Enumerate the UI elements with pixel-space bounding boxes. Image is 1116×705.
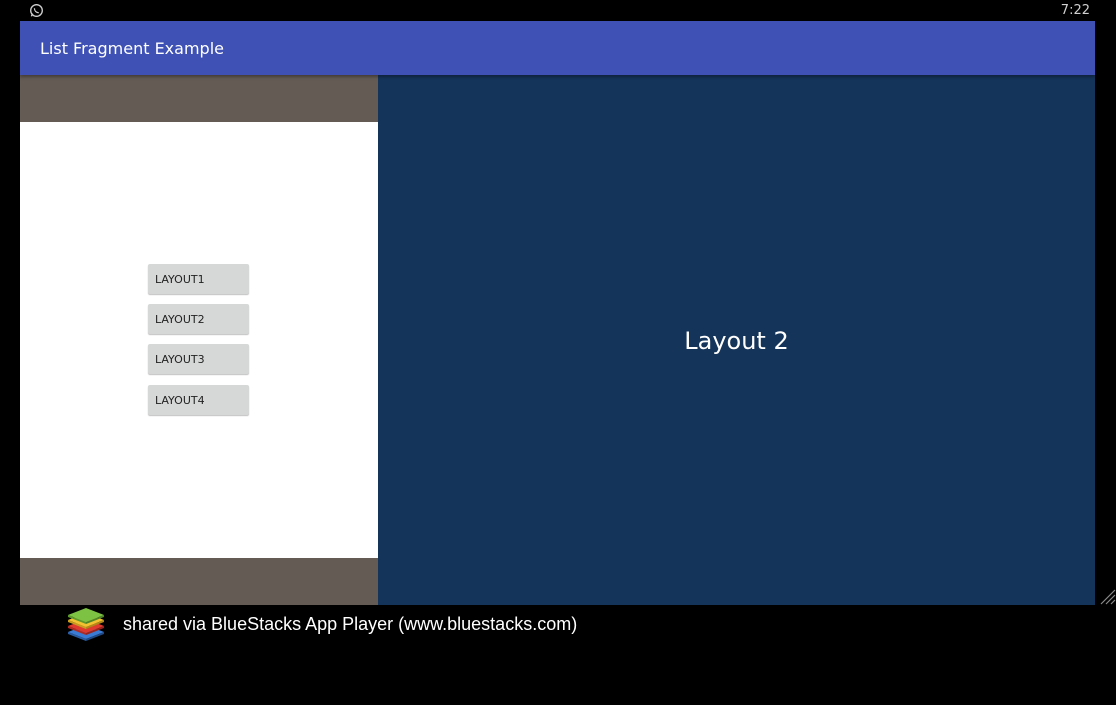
share-text: shared via BlueStacks App Player (www.bl…	[123, 614, 578, 634]
detail-fragment: Layout 2	[378, 75, 1095, 605]
button-list: LAYOUT1 LAYOUT2 LAYOUT3 LAYOUT4	[20, 122, 378, 558]
app-window: List Fragment Example LAYOUT1 LAYOUT2 LA…	[20, 21, 1095, 605]
device-screen: 7:22 List Fragment Example LAYOUT1 LAYOU…	[0, 0, 1116, 705]
whatsapp-icon	[30, 4, 43, 17]
bluestacks-logo	[68, 608, 104, 641]
layout-label: Layout 2	[684, 327, 789, 355]
layout1-button[interactable]: LAYOUT1	[148, 264, 249, 294]
app-bar: List Fragment Example	[20, 21, 1095, 75]
layout4-button[interactable]: LAYOUT4	[148, 385, 249, 415]
layout2-button[interactable]: LAYOUT2	[148, 304, 249, 334]
resize-grip-icon[interactable]	[1096, 585, 1116, 605]
layout3-button[interactable]: LAYOUT3	[148, 344, 249, 374]
list-fragment: LAYOUT1 LAYOUT2 LAYOUT3 LAYOUT4	[20, 75, 378, 605]
share-bar: shared via BlueStacks App Player (www.bl…	[0, 605, 1116, 705]
app-title: List Fragment Example	[40, 39, 224, 58]
status-bar: 7:22	[0, 0, 1116, 21]
status-time: 7:22	[1060, 3, 1090, 18]
